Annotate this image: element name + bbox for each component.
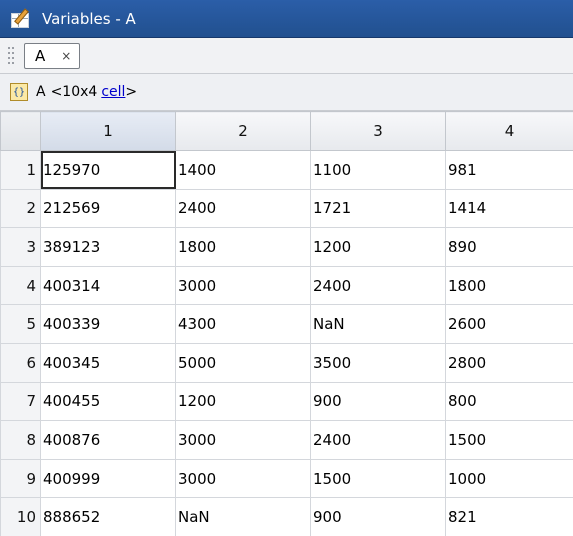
table-row: 8 400876 3000 2400 1500	[0, 420, 573, 460]
variable-size-suffix: >	[125, 84, 138, 100]
table-cell[interactable]: NaN	[175, 497, 311, 536]
table-cell[interactable]: 900	[310, 497, 446, 536]
table-row: 2 212569 2400 1721 1414	[0, 188, 573, 229]
table-cell[interactable]: 981	[445, 150, 573, 190]
table-row: 3 389123 1800 1200 890	[0, 227, 573, 267]
table-cell[interactable]: 400345	[40, 342, 176, 383]
column-header-4[interactable]: 4	[445, 111, 573, 151]
document-tabstrip: A ×	[0, 38, 573, 74]
table-cell[interactable]: 400455	[40, 381, 176, 422]
table-cell[interactable]: 1800	[175, 227, 311, 267]
close-icon[interactable]: ×	[61, 49, 71, 63]
variable-editor-icon	[10, 7, 32, 30]
table-cell[interactable]: 3000	[175, 420, 311, 460]
table-cell[interactable]: 1414	[445, 188, 573, 229]
table-cell[interactable]: 1800	[445, 265, 573, 306]
row-header[interactable]: 10	[0, 497, 41, 536]
grid-corner[interactable]	[0, 111, 41, 151]
table-row: 5 400339 4300 NaN 2600	[0, 304, 573, 344]
column-header-1[interactable]: 1	[40, 111, 176, 151]
table-cell[interactable]: 400314	[40, 265, 176, 306]
tab-a[interactable]: A ×	[24, 42, 81, 69]
variable-grid: 1 2 3 4 1 125970 1400 1100 981 2 212569 2400 172…	[0, 111, 573, 536]
table-cell[interactable]: 1200	[175, 381, 311, 422]
table-cell[interactable]: 2400	[310, 265, 446, 306]
table-cell[interactable]: 125970	[40, 150, 176, 190]
table-row: 4 400314 3000 2400 1800	[0, 265, 573, 306]
row-header[interactable]: 7	[0, 381, 41, 422]
table-cell[interactable]: 890	[445, 227, 573, 267]
table-row: 9 400999 3000 1500 1000	[0, 458, 573, 499]
table-cell[interactable]: 389123	[40, 227, 176, 267]
table-cell[interactable]: 1000	[445, 458, 573, 499]
table-row: 1 125970 1400 1100 981	[0, 150, 573, 190]
variable-class-link[interactable]: cell	[101, 84, 125, 100]
drag-grip-icon[interactable]	[6, 43, 18, 69]
table-cell[interactable]: 3500	[310, 342, 446, 383]
variable-size: <10x4	[50, 84, 98, 100]
row-header[interactable]: 6	[0, 342, 41, 383]
table-cell[interactable]: 1500	[445, 420, 573, 460]
window-titlebar: Variables - A	[0, 0, 573, 38]
table-cell[interactable]: 800	[445, 381, 573, 422]
table-cell[interactable]: 400339	[40, 304, 176, 344]
table-cell[interactable]: 2600	[445, 304, 573, 344]
table-cell[interactable]: 1100	[310, 150, 446, 190]
table-cell[interactable]: 5000	[175, 342, 311, 383]
variable-info-bar: {} A <10x4 cell >	[0, 74, 573, 111]
table-cell[interactable]: 2800	[445, 342, 573, 383]
variable-name: A	[36, 84, 46, 100]
row-header[interactable]: 5	[0, 304, 41, 344]
table-cell[interactable]: 1500	[310, 458, 446, 499]
table-cell[interactable]: 1721	[310, 188, 446, 229]
row-header[interactable]: 8	[0, 420, 41, 460]
row-header[interactable]: 9	[0, 458, 41, 499]
cell-array-icon: {}	[10, 83, 28, 101]
column-header-2[interactable]: 2	[175, 111, 311, 151]
table-cell[interactable]: 4300	[175, 304, 311, 344]
table-row: 7 400455 1200 900 800	[0, 381, 573, 422]
table-cell[interactable]: 3000	[175, 458, 311, 499]
tab-label: A	[35, 46, 46, 65]
table-cell[interactable]: 1200	[310, 227, 446, 267]
table-cell[interactable]: 400876	[40, 420, 176, 460]
table-cell[interactable]: 3000	[175, 265, 311, 306]
table-cell[interactable]: 212569	[40, 188, 176, 229]
row-header[interactable]: 4	[0, 265, 41, 306]
row-header[interactable]: 2	[0, 188, 41, 229]
table-cell[interactable]: 2400	[175, 188, 311, 229]
table-cell[interactable]: 900	[310, 381, 446, 422]
table-cell[interactable]: NaN	[310, 304, 446, 344]
table-cell[interactable]: 888652	[40, 497, 176, 536]
row-header[interactable]: 3	[0, 227, 41, 267]
table-cell[interactable]: 400999	[40, 458, 176, 499]
table-cell[interactable]: 821	[445, 497, 573, 536]
column-header-3[interactable]: 3	[310, 111, 446, 151]
window-title: Variables - A	[42, 9, 136, 28]
table-cell[interactable]: 2400	[310, 420, 446, 460]
table-row: 10 888652 NaN 900 821	[0, 497, 573, 536]
table-row: 6 400345 5000 3500 2800	[0, 342, 573, 383]
table-cell[interactable]: 1400	[175, 150, 311, 190]
row-header[interactable]: 1	[0, 150, 41, 190]
